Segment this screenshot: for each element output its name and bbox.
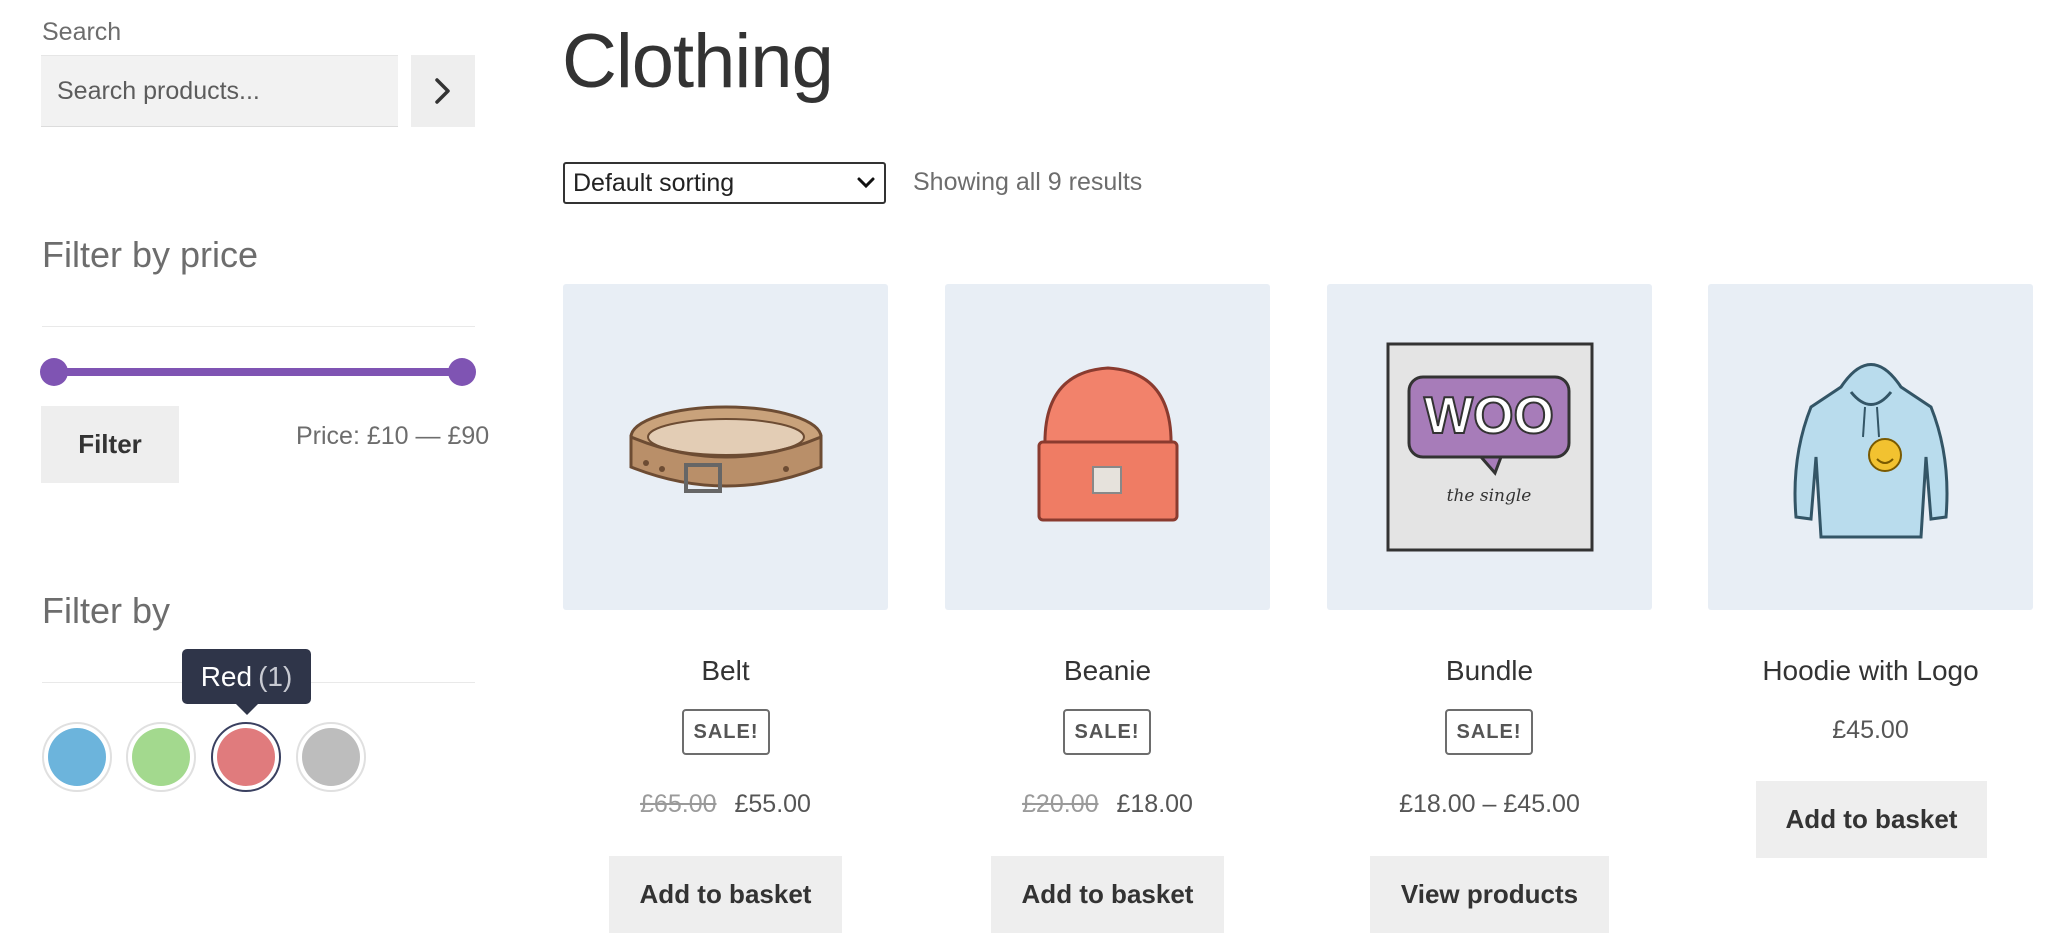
price-slider-max-handle[interactable] [448, 358, 476, 386]
product-name[interactable]: Hoodie with Logo [1708, 655, 2033, 687]
result-count: Showing all 9 results [913, 168, 1143, 196]
sort-select[interactable]: Default sorting [563, 162, 886, 204]
add-to-basket-button[interactable]: Add to basket [609, 856, 842, 933]
hoodie-image [1793, 363, 1948, 539]
sale-badge: SALE! [1063, 709, 1151, 755]
page-title: Clothing [562, 19, 834, 104]
add-to-basket-button[interactable]: Add to basket [991, 856, 1224, 933]
current-price: £18.00 [1116, 790, 1193, 818]
tooltip-count: (1) [258, 660, 293, 692]
tooltip-arrow [236, 704, 258, 715]
product-image-beanie[interactable] [945, 284, 1270, 610]
swatch-color [48, 728, 106, 786]
product-image-hoodie[interactable] [1708, 284, 2033, 610]
price-slider-track [54, 368, 463, 376]
woo-logo-text: WOO [1424, 387, 1554, 445]
add-to-basket-button[interactable]: Add to basket [1756, 781, 1987, 858]
product-price: £18.00 – £45.00 [1327, 790, 1652, 819]
search-input[interactable] [41, 55, 398, 127]
search-label: Search [42, 18, 122, 46]
product-name[interactable]: Belt [563, 655, 888, 687]
price-slider-min-handle[interactable] [40, 358, 68, 386]
product-price: £65.00 £55.00 [563, 790, 888, 819]
sort-select-value: Default sorting [573, 168, 735, 197]
view-products-button[interactable]: View products [1370, 856, 1609, 933]
belt-image [629, 405, 822, 493]
search-submit-button[interactable] [411, 55, 475, 127]
product-price: £20.00 £18.00 [945, 790, 1270, 819]
swatch-gray[interactable] [296, 722, 366, 792]
product-name[interactable]: Bundle [1327, 655, 1652, 687]
swatch-tooltip: Red (1) [182, 649, 311, 704]
divider [42, 326, 475, 327]
sale-badge: SALE! [682, 709, 770, 755]
filter-by-title: Filter by [42, 590, 171, 631]
current-price: £45.00 [1832, 716, 1909, 744]
product-name[interactable]: Beanie [945, 655, 1270, 687]
current-price: £55.00 [734, 790, 811, 818]
price-range-label: Price: £10 — £90 [296, 422, 490, 450]
tooltip-label: Red [200, 660, 253, 692]
chevron-right-icon [435, 78, 450, 104]
product-price: £45.00 [1708, 716, 2033, 745]
current-price: £18.00 – £45.00 [1399, 790, 1580, 818]
swatch-red[interactable] [211, 722, 281, 792]
old-price: £20.00 [1022, 790, 1099, 818]
album-subtext: the single [1446, 486, 1531, 506]
swatch-blue[interactable] [42, 722, 112, 792]
swatch-color [132, 728, 190, 786]
product-image-belt[interactable] [563, 284, 888, 610]
filter-by-price-title: Filter by price [42, 234, 259, 275]
old-price: £65.00 [640, 790, 717, 818]
woo-album-image: WOO the single [1386, 342, 1593, 552]
chevron-down-icon [857, 177, 875, 189]
filter-button[interactable]: Filter [41, 406, 179, 483]
swatch-color [217, 728, 275, 786]
swatch-green[interactable] [126, 722, 196, 792]
beanie-image [1037, 366, 1178, 522]
swatch-color [302, 728, 360, 786]
sale-badge: SALE! [1445, 709, 1533, 755]
product-image-bundle[interactable]: WOO the single [1327, 284, 1652, 610]
